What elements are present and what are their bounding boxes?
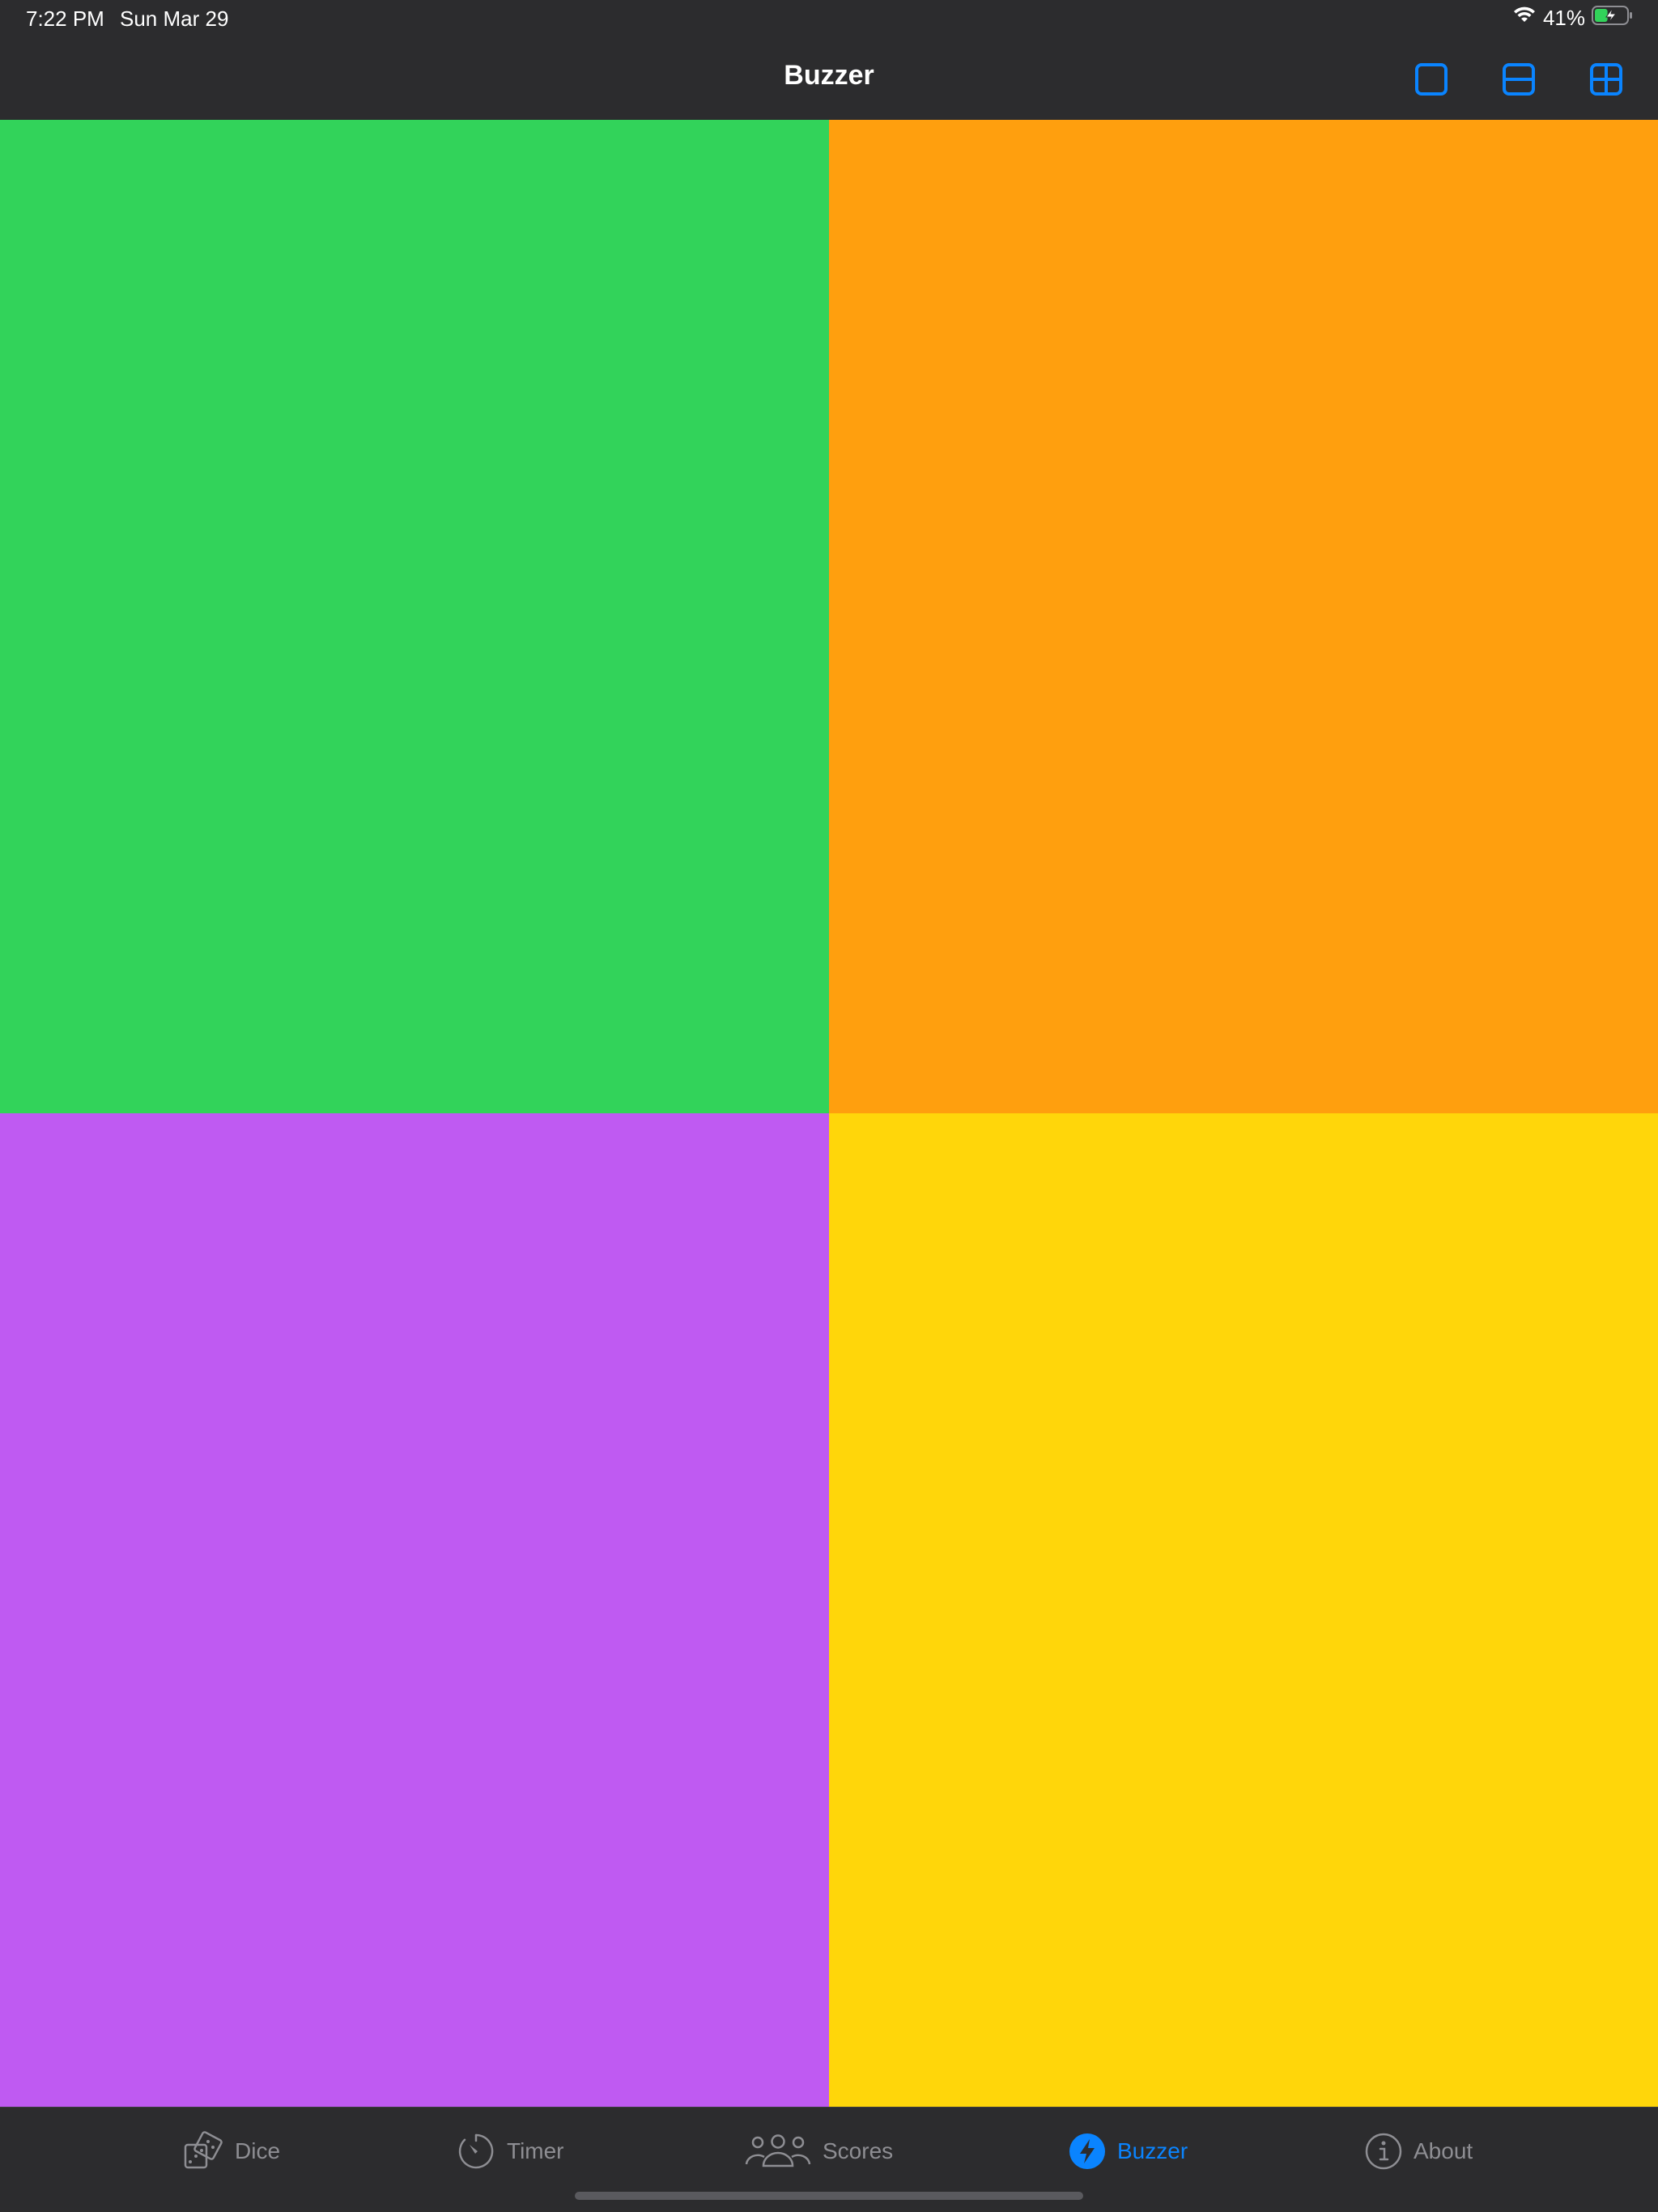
home-indicator: [575, 2192, 1083, 2200]
bolt-icon: [1069, 2133, 1105, 2169]
battery-icon: [1592, 5, 1634, 32]
square-split-2-icon: [1503, 63, 1535, 96]
tab-scores[interactable]: Scores: [745, 2127, 893, 2176]
tab-label: Dice: [235, 2138, 281, 2163]
battery-percent: 41%: [1542, 6, 1585, 30]
orange-pad[interactable]: [829, 120, 1658, 1113]
green-pad[interactable]: [0, 120, 829, 1113]
square-icon: [1415, 63, 1448, 96]
dice-icon: [184, 2131, 223, 2169]
status-time: 7:22 PM: [26, 6, 104, 31]
tab-label: Buzzer: [1117, 2138, 1188, 2163]
split-layout-button[interactable]: [1499, 60, 1538, 99]
tab-timer[interactable]: Timer: [457, 2127, 564, 2176]
tab-label: Scores: [823, 2138, 894, 2163]
square-grid-2x2-icon: [1590, 63, 1622, 96]
tab-about[interactable]: About: [1365, 2127, 1473, 2176]
tab-buzzer[interactable]: Buzzer: [1069, 2127, 1188, 2176]
tab-label: About: [1414, 2138, 1473, 2163]
buzzer-screen: 7:22 PM Sun Mar 29 41% Buzzer Dice Timer…: [0, 0, 1658, 2212]
people-icon: [745, 2134, 811, 2167]
wifi-icon: [1512, 6, 1537, 31]
status-right: 41%: [1512, 5, 1634, 32]
navigation-bar: Buzzer: [0, 39, 1658, 121]
yellow-pad[interactable]: [829, 1113, 1658, 2107]
buzzer-grid: [0, 120, 1658, 2107]
timer-icon: [458, 2133, 494, 2169]
tab-bar: Dice Timer Scores Buzzer About: [0, 2107, 1658, 2212]
purple-pad[interactable]: [0, 1113, 829, 2107]
tab-dice[interactable]: Dice: [183, 2127, 280, 2176]
info-icon: [1365, 2133, 1402, 2170]
status-bar: 7:22 PM Sun Mar 29 41%: [0, 0, 1658, 39]
status-date: Sun Mar 29: [120, 6, 229, 31]
page-title: Buzzer: [784, 60, 874, 91]
tab-label: Timer: [507, 2138, 564, 2163]
single-layout-button[interactable]: [1412, 60, 1451, 99]
quad-layout-button[interactable]: [1587, 60, 1626, 99]
